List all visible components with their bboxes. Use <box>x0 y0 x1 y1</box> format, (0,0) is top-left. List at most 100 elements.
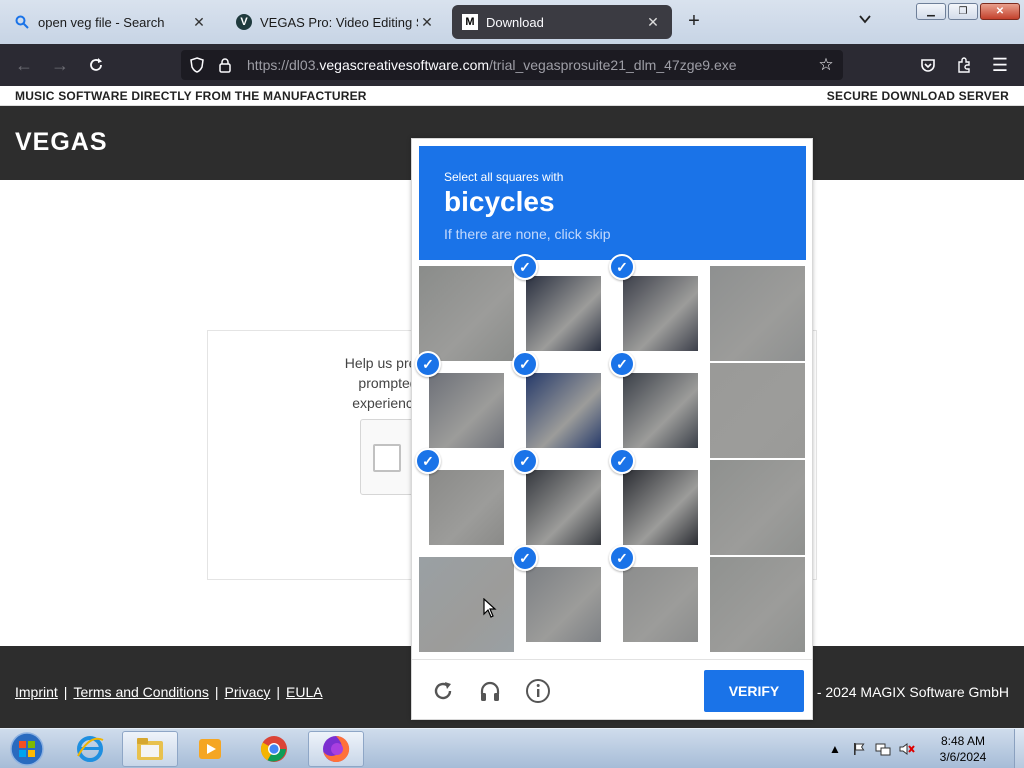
minimize-icon[interactable]: ▁ <box>916 3 946 20</box>
tile-image <box>710 363 805 458</box>
challenge-tile[interactable] <box>516 460 611 555</box>
challenge-instruction: Select all squares with <box>444 170 564 184</box>
vegas-logo[interactable]: VEGAS <box>15 128 108 157</box>
maximize-icon[interactable]: ❐ <box>948 3 978 20</box>
tile-image <box>623 373 698 448</box>
media-player-icon[interactable] <box>182 731 238 767</box>
menu-icon[interactable]: ☰ <box>987 53 1013 77</box>
challenge-tile[interactable] <box>419 557 514 652</box>
tagline: MUSIC SOFTWARE DIRECTLY FROM THE MANUFAC… <box>15 89 367 103</box>
close-window-icon[interactable]: ✕ <box>980 3 1020 20</box>
tile-image <box>419 557 514 652</box>
url-domain: vegascreativesoftware.com <box>319 57 490 73</box>
new-tab-icon[interactable]: + <box>684 11 704 32</box>
privacy-link[interactable]: Privacy <box>224 684 270 700</box>
challenge-tile[interactable] <box>710 266 805 361</box>
tile-image <box>623 567 698 642</box>
challenge-tile[interactable] <box>710 460 805 555</box>
chevron-down-icon[interactable] <box>855 12 875 32</box>
verify-button[interactable]: VERIFY <box>704 670 804 712</box>
extensions-icon[interactable] <box>951 53 977 77</box>
terms-link[interactable]: Terms and Conditions <box>73 684 208 700</box>
close-tab-icon[interactable]: ✕ <box>418 13 436 31</box>
imprint-link[interactable]: Imprint <box>15 684 58 700</box>
tile-image <box>710 460 805 555</box>
check-icon: ✓ <box>609 254 635 280</box>
captcha-checkbox[interactable] <box>373 444 401 472</box>
tile-image <box>429 470 504 545</box>
clock[interactable]: 8:48 AM 3/6/2024 <box>922 733 1004 765</box>
tab-search[interactable]: open veg file - Search ✕ <box>4 5 218 39</box>
info-icon[interactable] <box>523 676 553 706</box>
tab-strip: open veg file - Search ✕ V VEGAS Pro: Vi… <box>0 0 1024 44</box>
forward-icon[interactable]: → <box>47 53 73 77</box>
eula-link[interactable]: EULA <box>286 684 323 700</box>
pocket-icon[interactable] <box>915 53 941 77</box>
tile-image <box>419 266 514 361</box>
challenge-tile[interactable] <box>516 363 611 458</box>
screen: open veg file - Search ✕ V VEGAS Pro: Vi… <box>0 0 1024 768</box>
secure-server-label: SECURE DOWNLOAD SERVER <box>826 89 1009 103</box>
challenge-tile[interactable] <box>613 460 708 555</box>
tile-image <box>623 470 698 545</box>
url-path: /trial_vegasprosuite21_dlm_47zge9.exe <box>489 57 737 73</box>
file-explorer-icon[interactable] <box>122 731 178 767</box>
check-icon: ✓ <box>609 351 635 377</box>
url-bar[interactable]: https://dl03.vegascreativesoftware.com/t… <box>181 50 843 80</box>
challenge-tile[interactable] <box>419 266 514 361</box>
tile-image <box>526 373 601 448</box>
challenge-tile[interactable] <box>516 266 611 361</box>
top-strip: MUSIC SOFTWARE DIRECTLY FROM THE MANUFAC… <box>0 86 1024 106</box>
challenge-tile[interactable] <box>419 460 514 555</box>
start-button[interactable] <box>4 731 50 767</box>
challenge-tile[interactable] <box>516 557 611 652</box>
challenge-tile[interactable] <box>710 557 805 652</box>
challenge-tile[interactable] <box>613 266 708 361</box>
reload-challenge-icon[interactable] <box>428 676 458 706</box>
challenge-tile[interactable] <box>710 363 805 458</box>
check-icon: ✓ <box>415 351 441 377</box>
tile-image <box>429 373 504 448</box>
separator: | <box>276 684 281 700</box>
chrome-icon[interactable] <box>246 731 302 767</box>
check-icon: ✓ <box>512 545 538 571</box>
magix-favicon: M <box>462 14 478 30</box>
url-text: https://dl03.vegascreativesoftware.com/t… <box>247 57 813 73</box>
tab-vegas-pro[interactable]: V VEGAS Pro: Video Editing Software ✕ <box>226 5 446 39</box>
close-tab-icon[interactable]: ✕ <box>190 13 208 31</box>
url-prefix: https://dl03. <box>247 57 320 73</box>
tab-title: VEGAS Pro: Video Editing Software <box>260 14 418 30</box>
separator: | <box>63 684 68 700</box>
challenge-tile[interactable] <box>419 363 514 458</box>
volume-muted-icon[interactable] <box>898 740 916 758</box>
close-tab-icon[interactable]: ✕ <box>644 13 662 31</box>
bookmark-star-icon[interactable]: ☆ <box>813 52 839 78</box>
check-icon: ✓ <box>512 448 538 474</box>
challenge-tile[interactable] <box>613 557 708 652</box>
chevron-up-icon[interactable]: ▲ <box>826 740 844 758</box>
captcha-challenge: Select all squares with bicycles If ther… <box>411 138 813 720</box>
check-icon: ✓ <box>415 448 441 474</box>
tile-image <box>526 470 601 545</box>
show-desktop-button[interactable] <box>1014 729 1024 768</box>
back-icon[interactable]: ← <box>11 53 37 77</box>
taskbar: ▲ 8:48 AM 3/6/2024 <box>0 728 1024 768</box>
lock-icon[interactable] <box>213 53 237 77</box>
reload-icon[interactable] <box>83 53 109 77</box>
tab-download[interactable]: M Download ✕ <box>452 5 672 39</box>
tab-title: open veg file - Search <box>38 14 165 30</box>
network-icon[interactable] <box>874 740 892 758</box>
shield-icon[interactable] <box>185 53 209 77</box>
challenge-tile[interactable] <box>613 363 708 458</box>
mouse-cursor-icon <box>483 598 497 618</box>
firefox-icon[interactable] <box>308 731 364 767</box>
tile-image <box>623 276 698 351</box>
check-icon: ✓ <box>609 545 635 571</box>
flag-icon[interactable] <box>850 740 868 758</box>
clock-date: 3/6/2024 <box>939 750 987 764</box>
headphones-icon[interactable] <box>475 676 505 706</box>
challenge-target: bicycles <box>444 186 555 217</box>
tab-title: Download <box>486 14 544 30</box>
internet-explorer-icon[interactable] <box>62 731 118 767</box>
tile-image <box>526 276 601 351</box>
